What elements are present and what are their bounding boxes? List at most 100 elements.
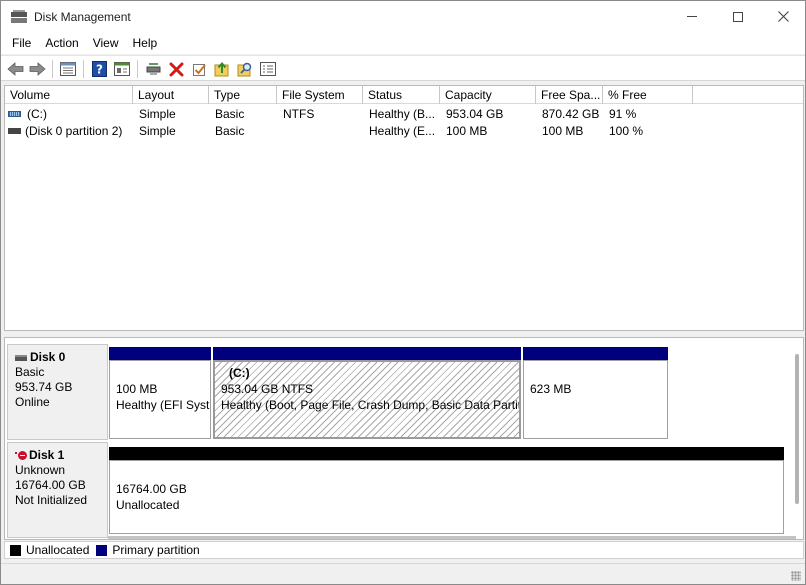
check-icon [192, 63, 206, 76]
back-button[interactable] [6, 60, 24, 78]
menu-bar: File Action View Help [1, 32, 805, 54]
toolbar: ? [1, 55, 805, 81]
volume-list-header: Volume Layout Type File System Status Ca… [5, 86, 803, 104]
disk-1-label[interactable]: Disk 1 Unknown 16764.00 GB Not Initializ… [7, 442, 108, 538]
column-header-percent-free[interactable]: % Free [603, 86, 693, 104]
disk-1-name-row: Disk 1 [15, 448, 107, 463]
partition-body: 623 MB [523, 360, 668, 439]
partition-body-selected: (C:) 953.04 GB NTFS Healthy (Boot, Page … [213, 360, 521, 439]
partition-c[interactable]: (C:) 953.04 GB NTFS Healthy (Boot, Page … [213, 347, 521, 439]
volume-row-disk0-partition2[interactable]: (Disk 0 partition 2) Simple Basic Health… [5, 123, 803, 140]
disk-0-state: Online [15, 395, 50, 409]
partition-bar [523, 347, 668, 360]
cell-volume: (C:) [27, 107, 47, 121]
legend-label-unallocated: Unallocated [26, 543, 90, 557]
forward-button[interactable] [28, 60, 46, 78]
partition-bar [109, 447, 784, 460]
properties-icon [114, 62, 130, 76]
cell-percent-free: 91 % [609, 107, 637, 121]
partition-status: Healthy (EFI Syst [116, 398, 210, 412]
partition-size: 953.04 GB NTFS [221, 382, 314, 396]
partition-status: Unallocated [116, 498, 180, 512]
partition-size: 623 MB [530, 382, 572, 396]
cell-type: Basic [215, 124, 245, 138]
menu-action[interactable]: Action [38, 32, 85, 54]
disk-online-icon [15, 354, 27, 361]
cell-capacity: 953.04 GB [446, 107, 504, 121]
disk-0-label[interactable]: Disk 0 Basic 953.74 GB Online [7, 344, 108, 440]
cell-status: Healthy (B... [369, 107, 436, 121]
column-header-layout[interactable]: Layout [133, 86, 209, 104]
maximize-button[interactable] [715, 1, 761, 32]
help-icon: ? [91, 61, 107, 77]
list-view-button[interactable] [59, 60, 77, 78]
partition-unallocated[interactable]: 16764.00 GB Unallocated [109, 447, 784, 534]
menu-view[interactable]: View [86, 32, 126, 54]
volume-icon [8, 111, 21, 117]
column-header-status[interactable]: Status [363, 86, 440, 104]
partition-body: 100 MB Healthy (EFI Syst [109, 360, 211, 439]
volume-row-c[interactable]: (C:) Simple Basic NTFS Healthy (B... 953… [5, 106, 803, 123]
partition-status: Healthy (Boot, Page File, Crash Dump, Ba… [221, 398, 521, 412]
volume-icon [8, 128, 21, 134]
list-view-icon [60, 62, 76, 76]
column-header-volume[interactable]: Volume [5, 86, 133, 104]
partition-title: (C:) [229, 366, 250, 380]
column-header-file-system[interactable]: File System [277, 86, 363, 104]
cell-percent-free: 100 % [609, 124, 644, 138]
disk-0-size: 953.74 GB [15, 380, 73, 394]
window-title: Disk Management [34, 9, 131, 24]
properties-button[interactable] [113, 60, 131, 78]
menu-file[interactable]: File [5, 32, 38, 54]
partition-bar [213, 347, 521, 360]
close-icon [777, 11, 789, 22]
cell-free-space: 870.42 GB [542, 107, 600, 121]
horizontal-scrollbar[interactable] [108, 536, 796, 539]
help-button[interactable]: ? [90, 60, 108, 78]
partition-efi[interactable]: 100 MB Healthy (EFI Syst [109, 347, 211, 439]
toolbar-separator [137, 60, 138, 78]
resize-grip-icon[interactable] [791, 571, 801, 581]
disk-1-partitions: 16764.00 GB Unallocated [108, 442, 784, 534]
close-button[interactable] [760, 1, 806, 32]
disk-0-partitions: 100 MB Healthy (EFI Syst (C:) 953.04 GB … [108, 344, 670, 440]
svg-text:?: ? [96, 63, 103, 77]
disk-1-kind: Unknown [15, 463, 66, 477]
volume-list[interactable]: Volume Layout Type File System Status Ca… [4, 85, 804, 331]
status-bar [1, 563, 805, 584]
connect-disk-button[interactable] [144, 60, 162, 78]
disk-1-size: 16764.00 GB [15, 478, 86, 492]
forward-arrow-icon [29, 62, 46, 76]
disk-map: Disk 0 Basic 953.74 GB Online 100 MB Hea… [4, 337, 804, 540]
vertical-scrollbar[interactable] [795, 354, 799, 504]
disk-management-app-icon [11, 9, 27, 24]
settings-icon [260, 62, 276, 76]
legend: Unallocated Primary partition [4, 541, 804, 559]
title-bar: Disk Management [1, 1, 805, 32]
partition-body: 16764.00 GB Unallocated [109, 460, 784, 534]
delete-button[interactable] [167, 60, 185, 78]
cell-type: Basic [215, 107, 245, 121]
partition-size: 16764.00 GB [116, 482, 187, 496]
column-header-capacity[interactable]: Capacity [440, 86, 536, 104]
up-folder-button[interactable] [213, 60, 231, 78]
toolbar-separator [83, 60, 84, 78]
partition-623mb[interactable]: 623 MB [523, 347, 668, 439]
settings-button[interactable] [259, 60, 277, 78]
cell-free-space: 100 MB [542, 124, 584, 138]
toolbar-separator [52, 60, 53, 78]
disk-1-state: Not Initialized [15, 493, 88, 507]
column-header-free-space[interactable]: Free Spa... [536, 86, 603, 104]
check-button[interactable] [190, 60, 208, 78]
legend-swatch-primary [96, 544, 108, 556]
disk-0-kind: Basic [15, 365, 45, 379]
search-icon [237, 62, 252, 77]
legend-swatch-unallocated [10, 544, 21, 556]
minimize-button[interactable] [669, 1, 715, 32]
connect-disk-icon [146, 63, 160, 75]
disk-0-name-row: Disk 0 [15, 350, 107, 365]
up-folder-icon [214, 61, 229, 77]
search-button[interactable] [236, 60, 254, 78]
menu-help[interactable]: Help [126, 32, 165, 54]
column-header-type[interactable]: Type [209, 86, 277, 104]
